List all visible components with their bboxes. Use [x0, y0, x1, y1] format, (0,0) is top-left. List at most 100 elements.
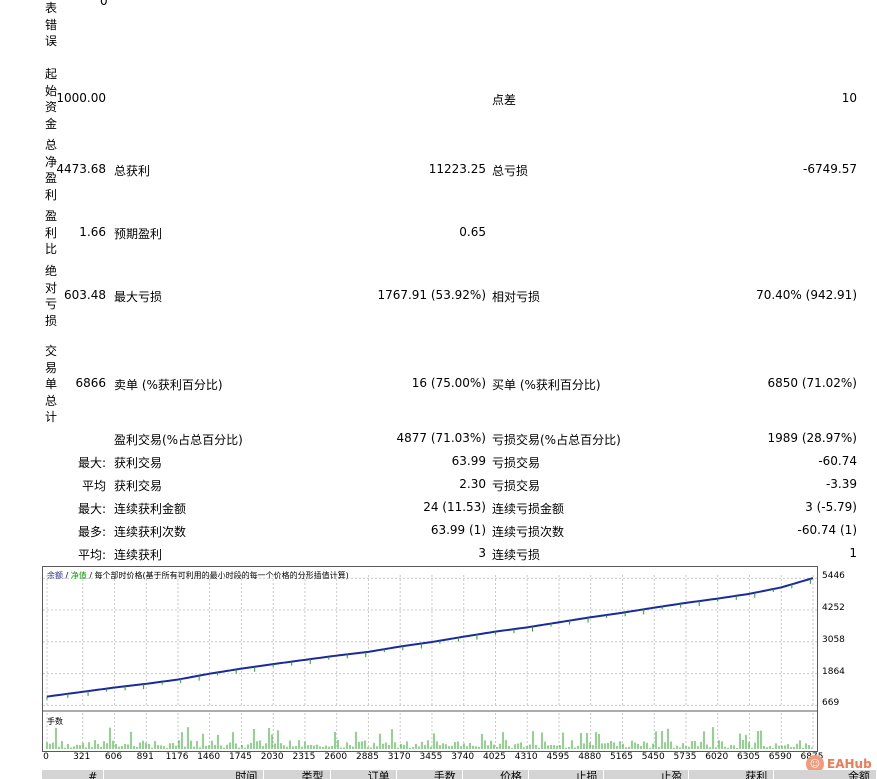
- x-tick-label: 6305: [737, 752, 760, 762]
- chart-title-balance: 余额: [47, 571, 63, 580]
- chart-y-axis: 5446 4252 3058 1864 669: [820, 566, 870, 726]
- x-tick-label: 4880: [578, 752, 602, 762]
- trades-table-header: # 时间 类型 订单 手数 价格 止损 止盈 获利 余额: [42, 770, 877, 779]
- value-profit-factor: 1.66: [79, 225, 106, 239]
- table-header-cell[interactable]: #: [42, 770, 105, 779]
- value-absolute-drawdown: 603.48: [64, 288, 106, 302]
- y-tick-label: 669: [822, 698, 840, 709]
- value-total-net-profit: 4473.68: [56, 162, 106, 176]
- x-tick-label: 4310: [514, 752, 538, 762]
- label-gross-loss: 总亏损: [492, 164, 529, 178]
- prefix-maximal: 最多:: [77, 525, 106, 539]
- table-header-cell[interactable]: 余额: [774, 770, 877, 779]
- prefix-largest: 最大:: [77, 456, 106, 470]
- x-tick-label: 5450: [641, 752, 665, 762]
- value-spread: 10: [841, 91, 857, 105]
- balance-chart: 余额 / 净值 / 每个部时价格(基于所有可利用的最小时段的每一个价格的分形插值…: [42, 566, 818, 752]
- prefix-average: 平均: [81, 479, 106, 493]
- label-profit-trades: 盈利交易(%占总百分比): [114, 433, 243, 447]
- y-tick-label: 1864: [822, 666, 845, 677]
- chart-x-axis: 0 321 606 891 1176 1460 1745 2030 2315 2600 2885 31…: [42, 752, 823, 764]
- table-header-cell[interactable]: 时间: [104, 770, 265, 779]
- value-average-loss-trade: -3.39: [825, 477, 857, 491]
- table-header-cell[interactable]: 类型: [264, 770, 331, 779]
- label-max-consecutive-wins-count: 连续获利次数: [114, 525, 187, 539]
- x-tick-label: 2315: [292, 752, 316, 762]
- table-header-cell[interactable]: 订单: [331, 770, 397, 779]
- value-table-errors: 0: [100, 0, 108, 8]
- table-header-cell[interactable]: 止损: [529, 770, 605, 779]
- label-largest-profit-trade: 获利交易: [114, 456, 163, 470]
- value-relative-drawdown: 70.40% (942.91): [756, 288, 857, 302]
- x-tick-label: 3170: [387, 752, 411, 762]
- label-average-consecutive-losses: 连续亏损: [492, 548, 541, 562]
- x-tick-label: 5165: [610, 752, 633, 762]
- label-short-positions: 卖单 (%获利百分比): [114, 378, 223, 392]
- label-maximal-drawdown: 最大亏损: [114, 290, 163, 304]
- eahub-logo-text: EAHub: [827, 757, 872, 771]
- prefix-average-consecutive: 平均:: [77, 548, 106, 562]
- label-largest-loss-trade: 亏损交易: [492, 456, 541, 470]
- value-total-trades: 6866: [75, 376, 106, 390]
- chart-volume-label: 手数: [47, 717, 63, 726]
- x-tick-label: 4595: [546, 752, 570, 762]
- chart-title-sep: /: [63, 571, 71, 580]
- value-short-positions: 16 (75.00%): [411, 376, 486, 390]
- value-largest-loss-trade: -60.74: [818, 454, 857, 468]
- chart-title: 余额 / 净值 / 每个部时价格(基于所有可利用的最小时段的每一个价格的分形插值…: [47, 571, 349, 581]
- value-max-consecutive-losses-count: -60.74 (1): [797, 523, 858, 537]
- value-loss-trades: 1989 (28.97%): [767, 431, 857, 445]
- label-average-loss-trade: 亏损交易: [492, 479, 541, 493]
- x-tick-label: 6590: [768, 752, 792, 762]
- value-max-consecutive-wins-count: 63.99 (1): [430, 523, 486, 537]
- x-tick-label: 1176: [165, 752, 189, 762]
- label-spread: 点差: [492, 93, 517, 107]
- value-average-consecutive-wins: 3: [478, 546, 486, 560]
- value-average-profit-trade: 2.30: [459, 477, 486, 491]
- x-tick-label: 4025: [483, 752, 506, 762]
- x-tick-label: 1745: [228, 752, 252, 762]
- label-long-positions: 买单 (%获利百分比): [492, 378, 601, 392]
- value-expected-payoff: 0.65: [459, 225, 486, 239]
- value-gross-loss: -6749.57: [803, 162, 857, 176]
- x-tick-label: 1460: [197, 752, 221, 762]
- balance-chart-svg: [43, 575, 817, 749]
- table-header-cell[interactable]: 获利: [689, 770, 775, 779]
- chart-title-description: / 每个部时价格(基于所有可利用的最小时段的每一个价格的分形插值计算): [86, 571, 349, 580]
- label-table-errors: 表错误: [44, 1, 57, 48]
- table-header-cell[interactable]: 手数: [397, 770, 463, 779]
- label-relative-drawdown: 相对亏损: [492, 290, 541, 304]
- x-tick-label: 6020: [705, 752, 729, 762]
- x-tick-label: 606: [104, 752, 123, 762]
- label-gross-profit: 总获利: [114, 164, 151, 178]
- label-average-consecutive-wins: 连续获利: [114, 548, 163, 562]
- value-max-consecutive-wins-amount: 24 (11.53): [423, 500, 486, 514]
- value-largest-profit-trade: 63.99: [451, 454, 486, 468]
- value-maximal-drawdown: 1767.91 (53.92%): [377, 288, 486, 302]
- label-expected-payoff: 预期盈利: [114, 227, 163, 241]
- x-tick-label: 891: [136, 752, 154, 762]
- x-tick-label: 2885: [355, 752, 379, 762]
- x-tick-label: 0: [43, 752, 49, 762]
- y-tick-label: 5446: [822, 571, 845, 582]
- label-average-profit-trade: 获利交易: [114, 479, 163, 493]
- label-loss-trades: 亏损交易(%占总百分比): [492, 433, 621, 447]
- label-max-consecutive-losses-count: 连续亏损次数: [492, 525, 565, 539]
- y-tick-label: 3058: [822, 634, 845, 645]
- value-long-positions: 6850 (71.02%): [767, 376, 857, 390]
- y-tick-label: 4252: [822, 602, 845, 613]
- label-max-consecutive-wins-amount: 连续获利金额: [114, 502, 187, 516]
- value-profit-trades: 4877 (71.03%): [396, 431, 486, 445]
- x-tick-label: 3740: [451, 752, 475, 762]
- value-average-consecutive-losses: 1: [849, 546, 857, 560]
- value-initial-deposit: 1000.00: [56, 91, 106, 105]
- prefix-maximum: 最大:: [77, 502, 106, 516]
- x-tick-label: 2030: [260, 752, 284, 762]
- value-gross-profit: 11223.25: [428, 162, 486, 176]
- table-header-cell[interactable]: 止盈: [604, 770, 690, 779]
- table-header-cell[interactable]: 价格: [463, 770, 529, 779]
- value-max-consecutive-losses-amount: 3 (-5.79): [805, 500, 857, 514]
- chart-title-equity: 净值: [70, 571, 87, 580]
- series-balance-line: [46, 577, 814, 698]
- x-tick-label: 321: [73, 752, 91, 762]
